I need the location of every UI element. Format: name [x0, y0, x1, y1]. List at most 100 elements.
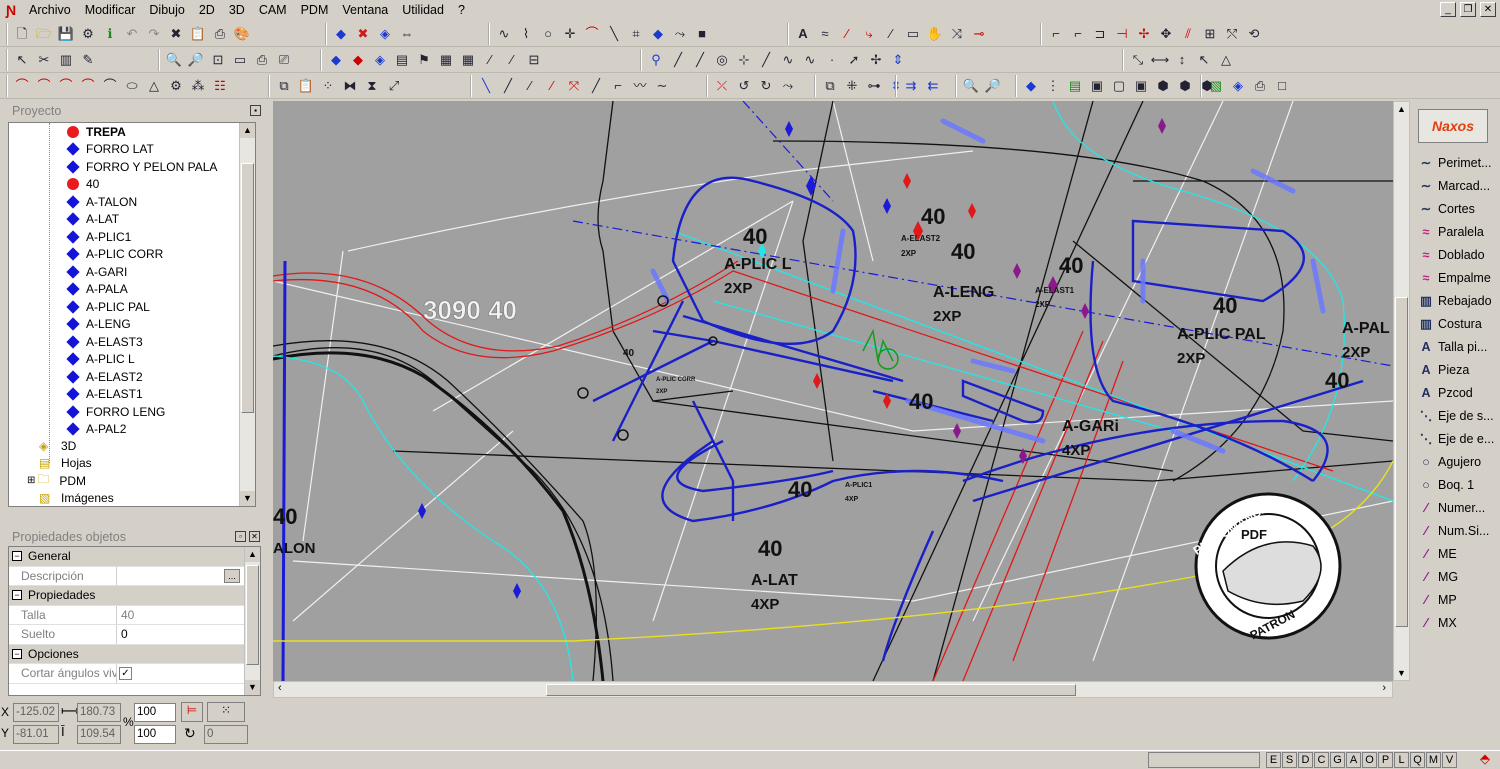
slash-icon[interactable]: ⁄ — [479, 50, 501, 70]
printer-icon[interactable]: ⎙ — [251, 50, 273, 70]
arc5-icon[interactable]: ⌒ — [99, 76, 121, 96]
dline2-icon[interactable]: ╱ — [497, 76, 519, 96]
status-toggle[interactable]: O — [1362, 752, 1377, 768]
status-toggle[interactable]: M — [1426, 752, 1441, 768]
align-button-icon[interactable]: ⊨ — [181, 702, 203, 722]
tool-button[interactable]: ▥ Costura — [1412, 312, 1500, 335]
select-icon[interactable]: ◆ — [330, 24, 352, 44]
scroll-up-icon[interactable]: ▲ — [245, 547, 260, 562]
zoom-in2-icon[interactable]: 🔍 — [960, 76, 982, 96]
tree-item[interactable]: FORRO LAT — [65, 141, 217, 159]
move-cross-icon[interactable]: ✥ — [1155, 24, 1177, 44]
tool-button[interactable]: ∼ Marcad... — [1412, 174, 1500, 197]
restore-icon[interactable]: ❐ — [1460, 2, 1476, 17]
dline-icon[interactable]: ╲ — [475, 76, 497, 96]
pen2-icon[interactable]: ⁄ — [880, 24, 902, 44]
tree-item[interactable]: A-PLIC L — [65, 351, 217, 369]
paste2-icon[interactable]: 📋 — [295, 76, 317, 96]
fold-icon[interactable]: ⊐ — [1089, 24, 1111, 44]
step-icon[interactable]: ⌐ — [607, 76, 629, 96]
triangle-icon[interactable]: △ — [1215, 50, 1237, 70]
menu-pdm[interactable]: PDM — [294, 0, 336, 20]
cut-icon[interactable]: ⊣ — [1111, 24, 1133, 44]
tool-button[interactable]: ⁄ Num.Si... — [1412, 519, 1500, 542]
block-icon[interactable]: ■ — [691, 24, 713, 44]
ellipsis-button[interactable]: ... — [224, 568, 240, 583]
node-icon[interactable]: ⌗ — [625, 24, 647, 44]
arc4-icon[interactable]: ⌒ — [77, 76, 99, 96]
updown-icon[interactable]: ⇕ — [887, 50, 909, 70]
diamond-icon[interactable]: ◆ — [647, 24, 669, 44]
tool-button[interactable]: ⁄ MP — [1412, 588, 1500, 611]
status-toggle[interactable]: E — [1266, 752, 1281, 768]
arc-icon[interactable]: ⌒ — [581, 24, 603, 44]
info-icon[interactable]: ℹ — [99, 24, 121, 44]
tool-button[interactable]: ▥ Rebajado — [1412, 289, 1500, 312]
tree-folder[interactable]: ◈ 3D — [39, 437, 114, 455]
tool-button[interactable]: ⁄ ME — [1412, 542, 1500, 565]
cross-icon[interactable]: ✛ — [559, 24, 581, 44]
ellipse-icon[interactable]: ⬭ — [121, 76, 143, 96]
tree-item[interactable]: A-PLIC1 — [65, 228, 217, 246]
dline3-icon[interactable]: ⁄ — [519, 76, 541, 96]
minimize-icon[interactable]: _ — [1440, 2, 1456, 17]
knife-icon[interactable]: ⤡ — [1127, 50, 1149, 70]
paste-icon[interactable]: 📋 — [187, 24, 209, 44]
tree-item[interactable]: A-ELAST1 — [65, 386, 217, 404]
tree-item[interactable]: A-LENG — [65, 316, 217, 334]
curve-icon[interactable]: ∿ — [493, 24, 515, 44]
tree-folder[interactable]: ▧ Imágenes — [39, 490, 114, 507]
tree-item[interactable]: A-PALA — [65, 281, 217, 299]
flag-icon[interactable]: ⚑ — [413, 50, 435, 70]
dot-icon[interactable]: · — [821, 50, 843, 70]
zoom-in-icon[interactable]: 🔍 — [163, 50, 185, 70]
status-toggle[interactable]: P — [1378, 752, 1393, 768]
hand-icon[interactable]: ✋ — [924, 24, 946, 44]
scroll-down-icon[interactable]: ▼ — [1397, 668, 1406, 678]
props-scrollbar[interactable]: ▲ ▼ — [244, 547, 260, 695]
arrow-out-icon[interactable]: ⇇ — [922, 76, 944, 96]
pencil-icon[interactable]: ✎ — [77, 50, 99, 70]
point-tool-icon[interactable]: ⊹ — [733, 50, 755, 70]
ruler2-icon[interactable]: ⊶ — [863, 76, 885, 96]
checkbox[interactable]: ✓ — [119, 666, 132, 680]
scroll-up-icon[interactable]: ▲ — [1397, 104, 1406, 114]
delete-icon[interactable]: ✖ — [165, 24, 187, 44]
menu-modificar[interactable]: Modificar — [78, 0, 143, 20]
menu-archivo[interactable]: Archivo — [22, 0, 78, 20]
tree-item[interactable]: A-PLIC CORR — [65, 246, 217, 264]
wave3-icon[interactable]: ∼ — [651, 76, 673, 96]
corner2-icon[interactable]: ⌐ — [1067, 24, 1089, 44]
shape-icon[interactable]: ⤲ — [1221, 24, 1243, 44]
tool-button[interactable]: ≈ Paralela — [1412, 220, 1500, 243]
dline4-icon[interactable]: ⁄ — [541, 76, 563, 96]
square-icon[interactable]: □ — [1271, 76, 1293, 96]
canvas-hscrollbar[interactable]: ‹ › — [273, 681, 1393, 698]
menu-2d[interactable]: 2D — [192, 0, 222, 20]
status-toggle[interactable]: C — [1314, 752, 1329, 768]
chart-icon[interactable]: ▤ — [1064, 76, 1086, 96]
scale-y-field[interactable]: 100 — [134, 725, 176, 744]
close-icon[interactable]: ✕ — [1480, 2, 1496, 17]
tree-scrollbar[interactable]: ▲ ▼ — [239, 123, 255, 506]
pattern-icon[interactable]: ⊟ — [523, 50, 545, 70]
move-icon[interactable]: ⇔ — [396, 24, 418, 44]
frame-icon[interactable]: ▢ — [1108, 76, 1130, 96]
y-field[interactable]: -81.01 — [13, 725, 59, 744]
mirror-icon[interactable]: ⧓ — [339, 76, 361, 96]
sew-icon[interactable]: ⤨ — [946, 24, 968, 44]
menu-dibujo[interactable]: Dibujo — [142, 0, 191, 20]
section-general[interactable]: − General — [9, 547, 260, 567]
copy-icon[interactable]: ⧉ — [273, 76, 295, 96]
pin-icon[interactable]: ⚲ — [645, 50, 667, 70]
settings-icon[interactable]: ⚙ — [77, 24, 99, 44]
arc2-icon[interactable]: ⌒ — [33, 76, 55, 96]
rotate-icon[interactable]: ⟲ — [1243, 24, 1265, 44]
menu-help[interactable]: ? — [451, 0, 472, 20]
line-icon[interactable]: ╲ — [603, 24, 625, 44]
x-field[interactable]: -125.02 — [13, 703, 59, 722]
scale-x-field[interactable]: 100 — [134, 703, 176, 722]
section-opciones[interactable]: − Opciones — [9, 644, 260, 664]
pen-icon[interactable]: ⁄ — [836, 24, 858, 44]
diamond-select-icon[interactable]: ◆ — [325, 50, 347, 70]
